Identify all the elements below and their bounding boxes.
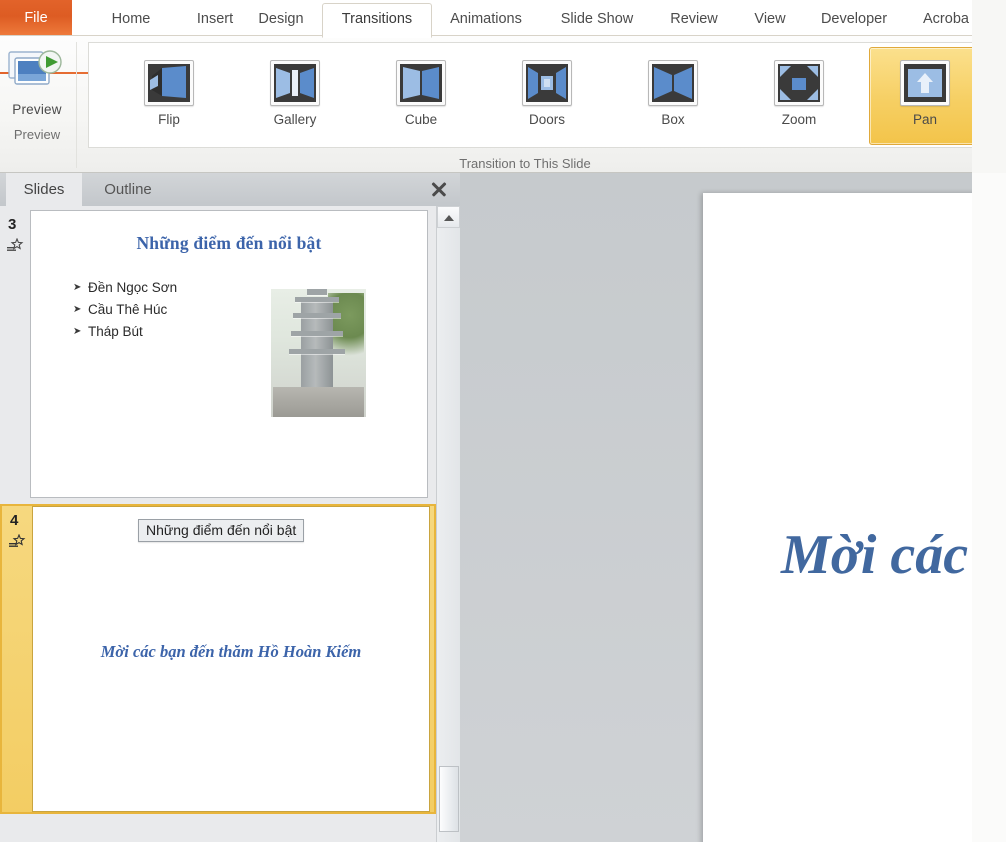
slides-pane: Outline Slides 3 Những điểm đến nổi bật …: [0, 173, 461, 842]
transition-tile-doors[interactable]: Doors: [491, 47, 603, 145]
flip-transition-icon: [144, 60, 194, 106]
preview-button-label: Preview: [12, 102, 62, 117]
thumbnail-title: Những điểm đến nổi bật: [136, 233, 322, 253]
ribbon-group-transitions: Flip Gallery Cube Doors Box Zoom Pan: [78, 38, 981, 172]
thumbnail-bullets: Đền Ngọc SơnCầu Thê HúcTháp Bút: [73, 277, 177, 343]
slide-number: 4: [10, 512, 19, 529]
window-right-margin-lower: [972, 173, 1006, 842]
thumbnail-gutter: 3: [0, 210, 30, 498]
ribbon-tab-animations[interactable]: Animations: [432, 4, 540, 36]
thumbnail-body-text: Mời các bạn đến thăm Hồ Hoàn Kiếm: [100, 642, 362, 661]
transition-group-label: Transition to This Slide: [459, 156, 591, 171]
doors-transition-icon: [522, 60, 572, 106]
pane-tab-outline[interactable]: Outline: [82, 173, 174, 206]
transition-tile-label: Doors: [528, 112, 565, 127]
slide-editing-area[interactable]: Mời các: [460, 173, 1006, 842]
transition-tile-label: Gallery: [273, 112, 317, 127]
transition-star-icon[interactable]: [8, 533, 26, 548]
workspace: Outline Slides 3 Những điểm đến nổi bật …: [0, 173, 1006, 842]
transition-tile-label: Box: [661, 112, 685, 127]
ribbon-tab-developer[interactable]: Developer: [802, 4, 906, 36]
ribbon-tab-file[interactable]: File: [0, 0, 72, 36]
transition-tile-flip[interactable]: Flip: [113, 47, 225, 145]
preview-icon: [5, 44, 69, 100]
transition-tile-gallery[interactable]: Gallery: [239, 47, 351, 145]
textbox-tooltip: Những điểm đến nổi bật: [138, 519, 305, 542]
ribbon-tab-transitions[interactable]: Transitions: [322, 3, 432, 38]
pan-transition-icon: [900, 60, 950, 106]
thumbnail-scrollbar[interactable]: [436, 206, 461, 842]
zoom-transition-icon: [774, 60, 824, 106]
tree-shape: [328, 293, 364, 367]
box-transition-icon: [648, 60, 698, 106]
scrollbar-thumb[interactable]: [439, 766, 459, 832]
scroll-up-arrow-icon[interactable]: [437, 206, 460, 228]
slide-thumbnail[interactable]: Những điểm đến nổi bật Mời các bạn đến t…: [32, 506, 430, 812]
preview-group-label: Preview: [13, 127, 61, 142]
pagoda-photo: [271, 289, 366, 417]
transition-tile-box[interactable]: Box: [617, 47, 729, 145]
slide-body-text[interactable]: Mời các: [781, 523, 968, 587]
transition-tile-cube[interactable]: Cube: [365, 47, 477, 145]
ribbon-tab-view[interactable]: View: [738, 4, 802, 36]
list-item[interactable]: 4 Những điểm đến nổi bật Mời các bạn đến…: [0, 504, 436, 814]
transition-tile-label: Pan: [912, 112, 938, 127]
transition-tile-label: Zoom: [781, 112, 817, 127]
transition-gallery: Flip Gallery Cube Doors Box Zoom Pan: [88, 42, 981, 148]
pane-tab-slides[interactable]: Slides: [6, 173, 82, 206]
ribbon-group-preview: Preview Preview: [0, 38, 74, 144]
window-right-margin: [972, 0, 1006, 842]
gallery-transition-icon: [270, 60, 320, 106]
stone-base-shape: [273, 387, 364, 417]
transition-star-icon[interactable]: [6, 237, 24, 252]
powerpoint-window: File Home Insert Design Transitions Animation…: [0, 0, 1006, 842]
slide-number: 3: [8, 216, 17, 233]
ribbon-tab-bar: File Home Insert Design Transitions Animation…: [0, 0, 972, 38]
transition-tile-label: Cube: [404, 112, 438, 127]
ribbon-tab-home[interactable]: Home: [88, 4, 174, 36]
close-icon[interactable]: [428, 178, 450, 200]
ribbon-tab-slide-show[interactable]: Slide Show: [543, 4, 651, 36]
transition-tile-pan[interactable]: Pan: [869, 47, 981, 145]
thumbnail-bullet: Tháp Bút: [73, 321, 177, 343]
transition-tile-label: Flip: [158, 112, 180, 127]
ribbon-group-divider: [76, 42, 77, 168]
ribbon-panel: Preview Preview Flip Gallery Cube Doors Box Z…: [0, 36, 981, 173]
ribbon-tab-design[interactable]: Design: [240, 4, 322, 36]
current-slide-canvas[interactable]: Mời các: [703, 193, 1006, 842]
thumbnail-bullet: Cầu Thê Húc: [73, 299, 177, 321]
slide-thumbnail[interactable]: Những điểm đến nổi bật Đền Ngọc SơnCầu T…: [30, 210, 428, 498]
transition-tile-zoom[interactable]: Zoom: [743, 47, 855, 145]
list-item[interactable]: 3 Những điểm đến nổi bật Đền Ngọc SơnCầu…: [0, 210, 436, 498]
ribbon-tab-review[interactable]: Review: [652, 4, 736, 36]
cube-transition-icon: [396, 60, 446, 106]
thumbnail-bullet: Đền Ngọc Sơn: [73, 277, 177, 299]
thumbnail-gutter: 4: [2, 506, 32, 812]
thumbnail-list[interactable]: 3 Những điểm đến nổi bật Đền Ngọc SơnCầu…: [0, 206, 436, 842]
slides-pane-tabbar: Outline Slides: [0, 173, 460, 207]
